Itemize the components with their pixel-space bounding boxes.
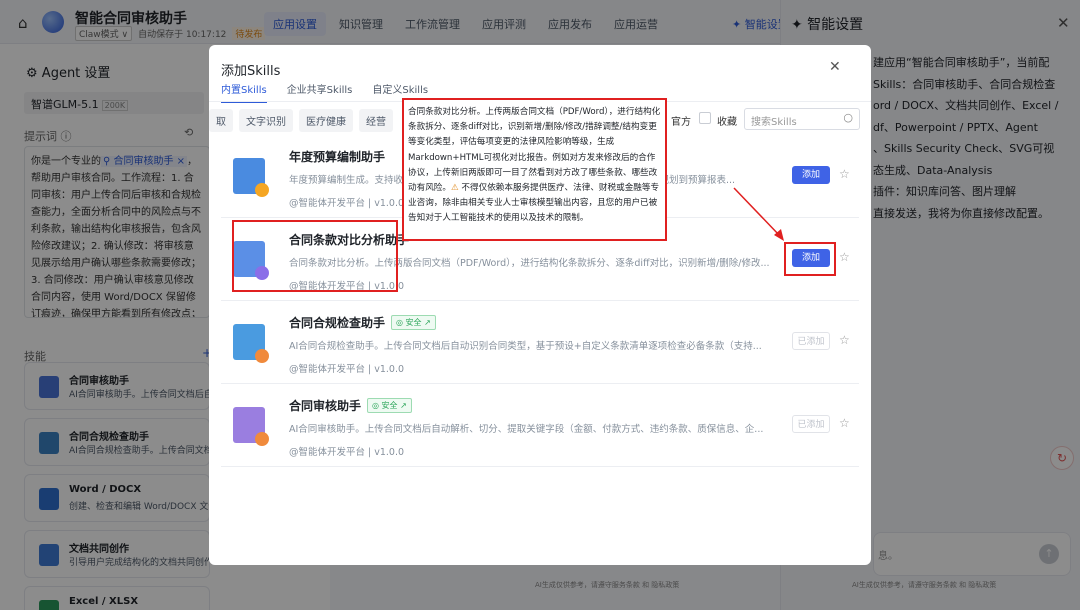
tab-shared-skills[interactable]: 企业共享Skills	[287, 81, 353, 103]
badge-icon	[255, 349, 269, 363]
skill-row-contract-review: 合同审核助手 ◎ 安全 ↗ AI合同审核助手。上传合同文档后自动解析、切分、提取…	[221, 385, 859, 467]
skill-desc: AI合同合规检查助手。上传合同文档后自动识别合同类型，基于预设+自定义条款清单逐…	[289, 341, 762, 352]
coin-icon	[255, 183, 269, 197]
search-placeholder: 搜索Skills	[751, 117, 797, 128]
category-chip[interactable]: 经营	[359, 109, 393, 132]
tooltip-text: 合同条款对比分析。上传两版合同文档（PDF/Word），进行结构化条款拆分、逐条…	[408, 107, 661, 194]
added-button: 已添加	[792, 415, 830, 433]
highlight-add-button	[784, 242, 836, 276]
skill-description-tooltip: 合同条款对比分析。上传两版合同文档（PDF/Word），进行结构化条款拆分、逐条…	[402, 98, 667, 241]
add-button[interactable]: 添加	[792, 166, 830, 184]
skill-name: 合同合规检查助手	[289, 316, 386, 330]
favorite-filter-label: 收藏	[717, 117, 737, 128]
compliance-document-icon	[233, 324, 269, 363]
category-chip[interactable]: 取	[209, 109, 233, 132]
skill-source: @智能体开发平台 | v1.0.0	[289, 364, 405, 375]
category-chip[interactable]: 文字识别	[239, 109, 293, 132]
warning-icon: ⚠	[450, 183, 459, 194]
modal-tabs: 内置Skills 企业共享Skills 自定义Skills	[221, 81, 428, 103]
skill-name: 年度预算编制助手	[289, 150, 386, 164]
skill-source: @智能体开发平台 | v1.0.0	[289, 198, 405, 209]
search-icon[interactable]: ○	[843, 111, 853, 124]
tab-builtin-skills[interactable]: 内置Skills	[221, 81, 267, 103]
modal-title: 添加Skills	[221, 64, 281, 79]
skill-name: 合同审核助手	[289, 399, 362, 413]
favorite-checkbox[interactable]	[699, 112, 711, 124]
official-filter-label: 官方	[671, 117, 691, 128]
category-chip[interactable]: 医疗健康	[299, 109, 353, 132]
star-icon[interactable]: ☆	[839, 416, 850, 430]
star-icon[interactable]: ☆	[839, 333, 850, 347]
safe-badge[interactable]: ◎ 安全 ↗	[367, 398, 412, 413]
highlight-skill-item	[232, 220, 398, 292]
skills-search-input[interactable]: 搜索Skills ○	[744, 108, 860, 130]
category-chips: 取 文字识别 医疗健康 经营	[209, 109, 393, 132]
close-icon[interactable]: ✕	[829, 59, 841, 75]
annotation-arrow-icon	[733, 187, 784, 241]
skill-source: @智能体开发平台 | v1.0.0	[289, 447, 405, 458]
star-icon[interactable]: ☆	[839, 250, 850, 264]
safe-badge[interactable]: ◎ 安全 ↗	[391, 315, 436, 330]
skill-row-compliance: 合同合规检查助手 ◎ 安全 ↗ AI合同合规检查助手。上传合同文档后自动识别合同…	[221, 302, 859, 384]
star-icon[interactable]: ☆	[839, 167, 850, 181]
added-button: 已添加	[792, 332, 830, 350]
budget-document-icon	[233, 158, 269, 197]
skill-desc: AI合同审核助手。上传合同文档后自动解析、切分、提取关键字段（金额、付款方式、违…	[289, 424, 764, 435]
badge-icon	[255, 432, 269, 446]
review-document-icon	[233, 407, 269, 446]
